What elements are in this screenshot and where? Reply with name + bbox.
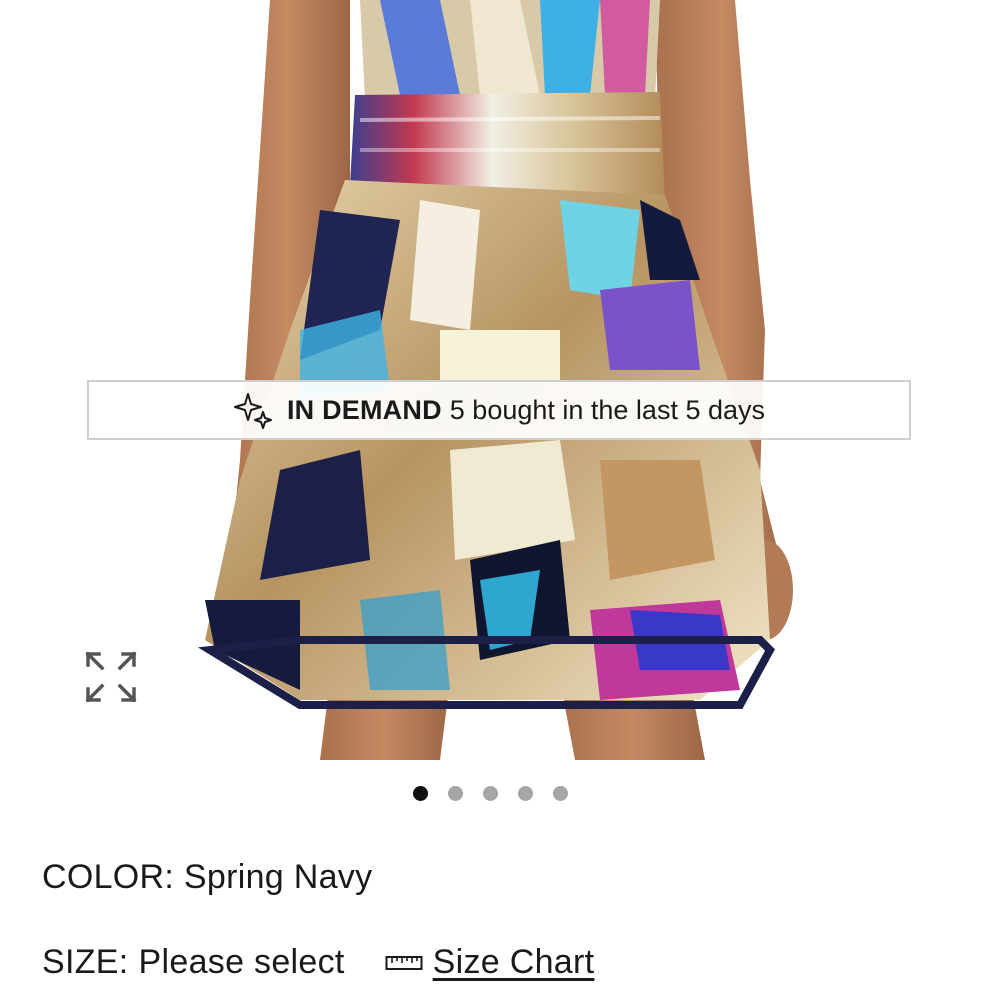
size-row: SIZE: Please select Size Chart xyxy=(42,943,1000,982)
carousel-dot[interactable] xyxy=(482,786,498,801)
color-label: COLOR: xyxy=(42,858,175,896)
carousel-dot[interactable] xyxy=(447,786,463,801)
in-demand-banner: IN DEMAND 5 bought in the last 5 days xyxy=(87,380,911,440)
carousel-dot[interactable] xyxy=(552,786,568,801)
size-label: SIZE: xyxy=(42,943,129,981)
size-value: Please select xyxy=(138,943,345,981)
color-row: COLOR: Spring Navy xyxy=(42,858,372,897)
carousel-dot[interactable] xyxy=(517,786,533,801)
size-chart-label: Size Chart xyxy=(432,943,595,981)
color-value: Spring Navy xyxy=(183,858,373,896)
ruler-icon xyxy=(385,955,423,970)
expand-icon xyxy=(85,651,137,703)
carousel-dots xyxy=(0,786,1000,802)
product-page: IN DEMAND 5 bought in the last 5 days CO… xyxy=(0,0,1000,1000)
expand-image-button[interactable] xyxy=(82,648,140,706)
in-demand-label: IN DEMAND xyxy=(286,394,442,425)
carousel-dot[interactable] xyxy=(412,786,428,801)
in-demand-text: 5 bought in the last 5 days xyxy=(449,394,766,425)
size-chart-link[interactable]: Size Chart xyxy=(385,943,595,982)
sparkle-icon xyxy=(233,393,272,429)
